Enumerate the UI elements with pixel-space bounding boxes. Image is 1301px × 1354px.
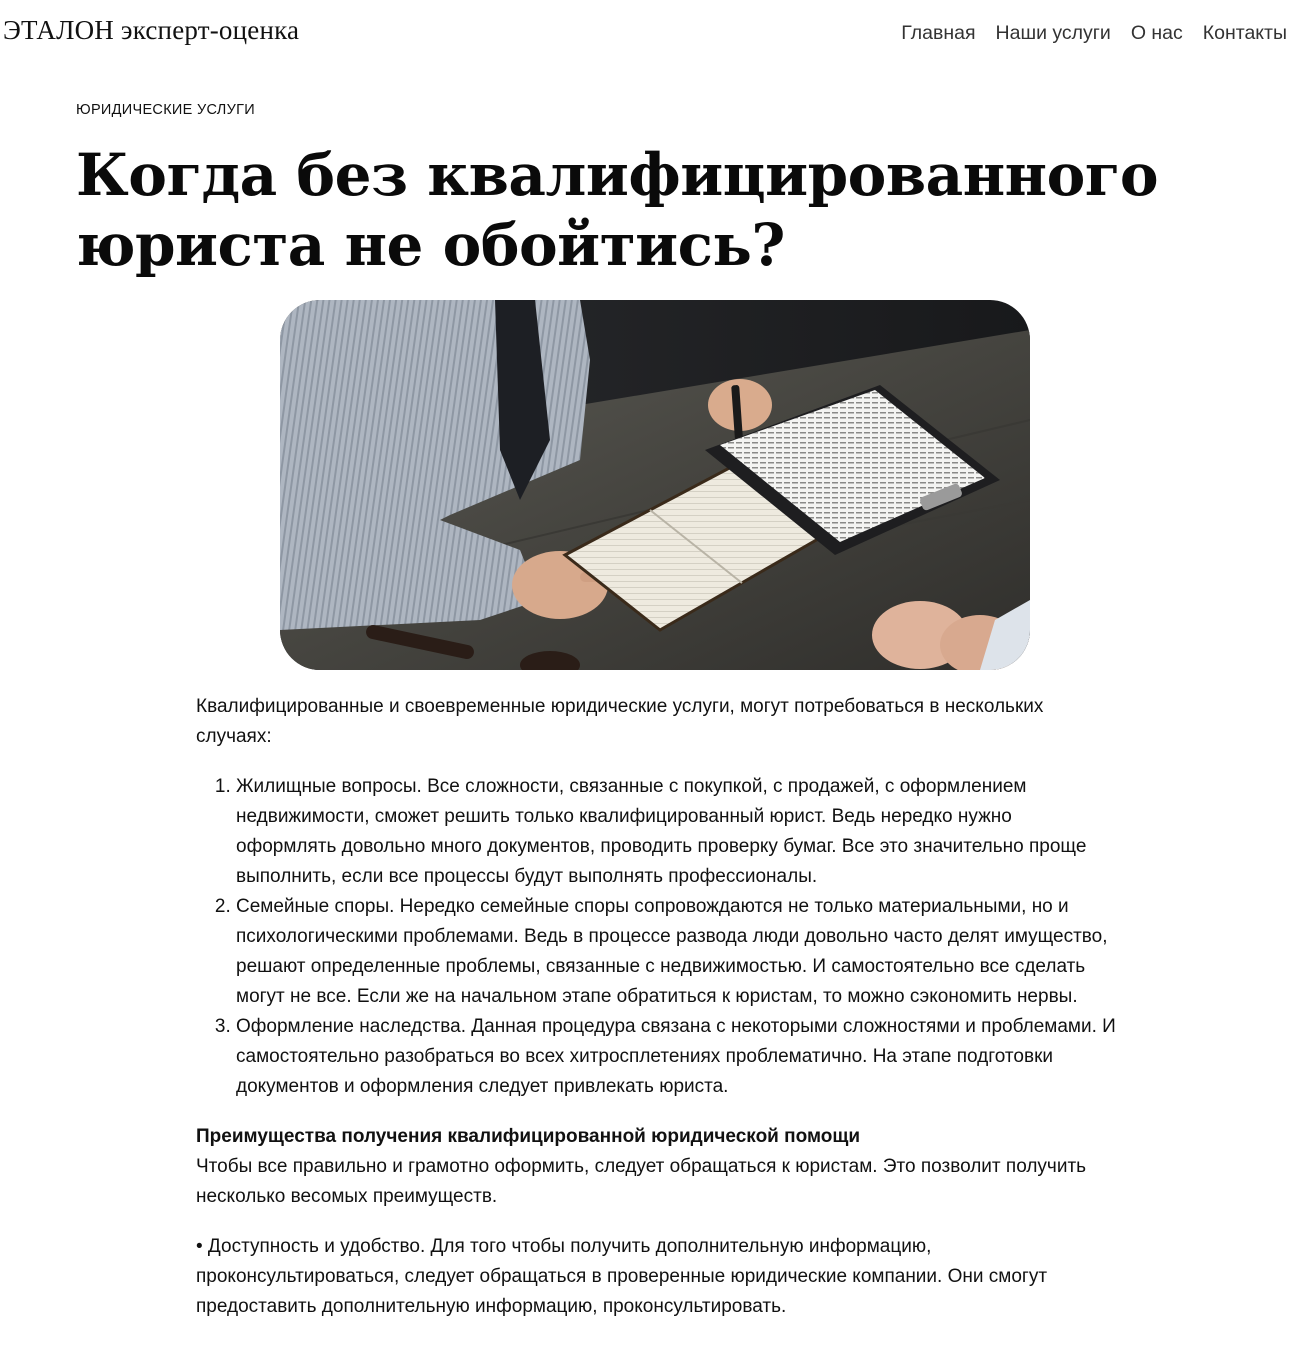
article-title: Когда без квалифицированного юриста не о… xyxy=(76,141,1159,279)
list-item: Жилищные вопросы. Все сложности, связанн… xyxy=(236,772,1116,892)
list-item: Оформление наследства. Данная процедура … xyxy=(236,1012,1116,1102)
case-list: Жилищные вопросы. Все сложности, связанн… xyxy=(196,772,1116,1102)
benefits-intro: Чтобы все правильно и грамотно оформить,… xyxy=(196,1156,1087,1207)
main-nav: Главная Наши услуги О нас Контакты xyxy=(901,22,1287,45)
nav-services[interactable]: Наши услуги xyxy=(996,22,1111,45)
benefit-item: • Доступность и удобство. Для того чтобы… xyxy=(196,1236,1048,1317)
article-category-link[interactable]: ЮРИДИЧЕСКИЕ УСЛУГИ xyxy=(76,102,255,118)
article-hero-image xyxy=(280,300,1030,670)
benefits-heading: Преимущества получения квалифицированной… xyxy=(196,1126,861,1147)
nav-about[interactable]: О нас xyxy=(1131,22,1183,45)
article-body: Квалифицированные и своевременные юридич… xyxy=(196,692,1116,1322)
list-item: Семейные споры. Нередко семейные споры с… xyxy=(236,892,1116,1012)
site-logo[interactable]: ЭТАЛОН эксперт-оценка xyxy=(3,15,299,46)
nav-home[interactable]: Главная xyxy=(901,22,975,45)
article-intro: Квалифицированные и своевременные юридич… xyxy=(196,696,1044,747)
site-header: ЭТАЛОН эксперт-оценка Главная Наши услуг… xyxy=(0,0,1301,70)
nav-contacts[interactable]: Контакты xyxy=(1203,22,1287,45)
